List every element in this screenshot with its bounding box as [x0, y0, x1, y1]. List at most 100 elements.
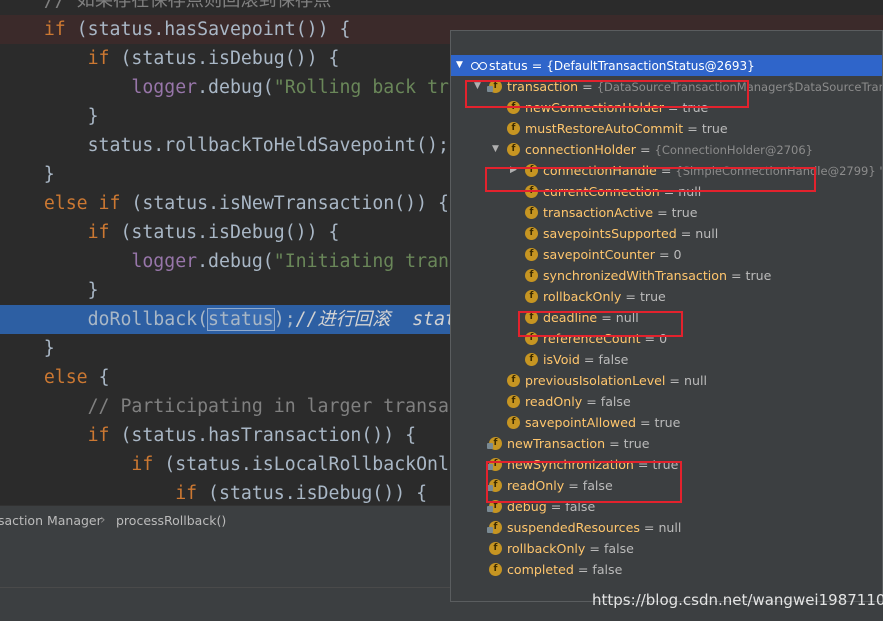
- variable-name: newTransaction: [507, 436, 606, 451]
- variable-row[interactable]: f savepointsSupported = null: [451, 223, 882, 244]
- equals-sign: =: [635, 142, 655, 157]
- field-icon: f: [525, 248, 538, 261]
- field-icon: f: [507, 143, 520, 156]
- code-token: (status.: [65, 19, 165, 40]
- variable-name: rollbackOnly: [543, 289, 622, 304]
- equals-sign: =: [676, 226, 696, 241]
- variable-text: previousIsolationLevel = null: [525, 370, 707, 391]
- variable-row[interactable]: f mustRestoreAutoCommit = true: [451, 118, 882, 139]
- variable-row[interactable]: f transactionActive = true: [451, 202, 882, 223]
- variable-row[interactable]: f rollbackOnly = false: [451, 538, 882, 559]
- variable-row[interactable]: f suspendedResources = null: [451, 517, 882, 538]
- equals-sign: =: [585, 541, 604, 556]
- variable-value: null: [683, 373, 707, 388]
- code-token: .debug(: [197, 251, 274, 272]
- equals-sign: =: [654, 247, 674, 262]
- variable-value: true: [654, 415, 681, 430]
- variable-name: savepointCounter: [543, 247, 655, 262]
- code-token: if: [131, 454, 154, 475]
- variable-value: null: [658, 520, 682, 535]
- variable-name: synchronizedWithTransaction: [543, 268, 727, 283]
- field-icon: f: [525, 206, 538, 219]
- variable-value: true: [639, 289, 666, 304]
- variable-row[interactable]: f previousIsolationLevel = null: [451, 370, 882, 391]
- equals-sign: =: [605, 436, 624, 451]
- divider: [0, 587, 450, 588]
- code-token: logger: [131, 251, 198, 272]
- variable-text: rollbackOnly = false: [507, 538, 634, 559]
- variable-text: savepointAllowed = true: [525, 412, 680, 433]
- variable-row[interactable]: f readOnly = false: [451, 391, 882, 412]
- code-token: (status.isDebug()) {: [109, 222, 340, 243]
- code-token: doRollback(: [0, 309, 209, 330]
- code-token: hasSavepoint: [164, 19, 296, 40]
- variable-text: mustRestoreAutoCommit = true: [525, 118, 728, 139]
- variable-row[interactable]: f savepointAllowed = true: [451, 412, 882, 433]
- code-token: (status.isDebug()) {: [197, 483, 428, 504]
- field-icon: f: [507, 395, 520, 408]
- variable-name: rollbackOnly: [507, 541, 586, 556]
- code-token: // 如果存在保存点则回滚到保存点: [43, 0, 332, 11]
- variable-value: false: [598, 352, 629, 367]
- code-token: }: [0, 280, 99, 301]
- equals-sign: =: [582, 394, 601, 409]
- variable-text: suspendedResources = null: [507, 517, 681, 538]
- watch-glasses-icon: [471, 62, 487, 70]
- breadcrumb-method[interactable]: processRollback(): [116, 513, 226, 528]
- field-icon: f: [507, 416, 520, 429]
- code-token: if: [87, 222, 110, 243]
- variable-row[interactable]: f newTransaction = true: [451, 433, 882, 454]
- variable-row[interactable]: f isVoid = false: [451, 349, 882, 370]
- code-token: status.rollbackToHeldSavepoint();: [0, 135, 449, 156]
- variable-text: completed = false: [507, 559, 622, 580]
- variable-value: 0: [673, 247, 682, 262]
- expand-down-icon[interactable]: ▼: [456, 55, 463, 76]
- variable-value: false: [592, 562, 623, 577]
- equals-sign: =: [653, 205, 672, 220]
- variable-row[interactable]: ▼ status = {DefaultTransactionStatus@2693…: [451, 55, 882, 76]
- code-token: );: [273, 309, 296, 330]
- code-token: logger: [131, 77, 198, 98]
- code-token: (status.hasTransaction()) {: [109, 425, 417, 446]
- equals-sign: =: [665, 373, 684, 388]
- variable-row[interactable]: f savepointCounter = 0: [451, 244, 882, 265]
- equals-sign: =: [635, 415, 655, 430]
- equals-sign: =: [579, 352, 599, 367]
- variable-text: savepointsSupported = null: [543, 223, 718, 244]
- highlight-box-rollback-only: [518, 311, 683, 337]
- variable-name: savepointsSupported: [543, 226, 677, 241]
- variable-row[interactable]: f rollbackOnly = true: [451, 286, 882, 307]
- code-token: .debug(: [197, 77, 274, 98]
- code-token: status: [207, 308, 275, 331]
- code-token: }: [0, 338, 55, 359]
- breadcrumb-class[interactable]: saction Manager: [0, 513, 102, 528]
- variable-name: readOnly: [525, 394, 583, 409]
- variable-text: isVoid = false: [543, 349, 628, 370]
- field-icon: f: [489, 563, 502, 576]
- variable-text: savepointCounter = 0: [543, 244, 682, 265]
- field-icon: f: [525, 290, 538, 303]
- expand-down-icon[interactable]: ▼: [492, 139, 499, 160]
- variable-row[interactable]: f completed = false: [451, 559, 882, 580]
- variable-name: status: [489, 58, 528, 73]
- variable-name: transactionActive: [543, 205, 654, 220]
- private-field-icon: f: [487, 521, 502, 534]
- code-token: }: [0, 106, 99, 127]
- code-token: }: [0, 164, 55, 185]
- code-line[interactable]: // 如果存在保存点则回滚到保存点: [0, 0, 883, 15]
- variable-row[interactable]: ▼ f connectionHolder = {ConnectionHolder@2…: [451, 139, 882, 160]
- variable-row[interactable]: f synchronizedWithTransaction = true: [451, 265, 882, 286]
- code-token: else: [43, 367, 88, 388]
- variable-name: completed: [507, 562, 574, 577]
- field-icon: f: [525, 353, 538, 366]
- highlight-box-status: [465, 80, 749, 108]
- variable-reference: {DefaultTransactionStatus@2693}: [546, 59, 755, 73]
- private-field-icon: f: [487, 437, 502, 450]
